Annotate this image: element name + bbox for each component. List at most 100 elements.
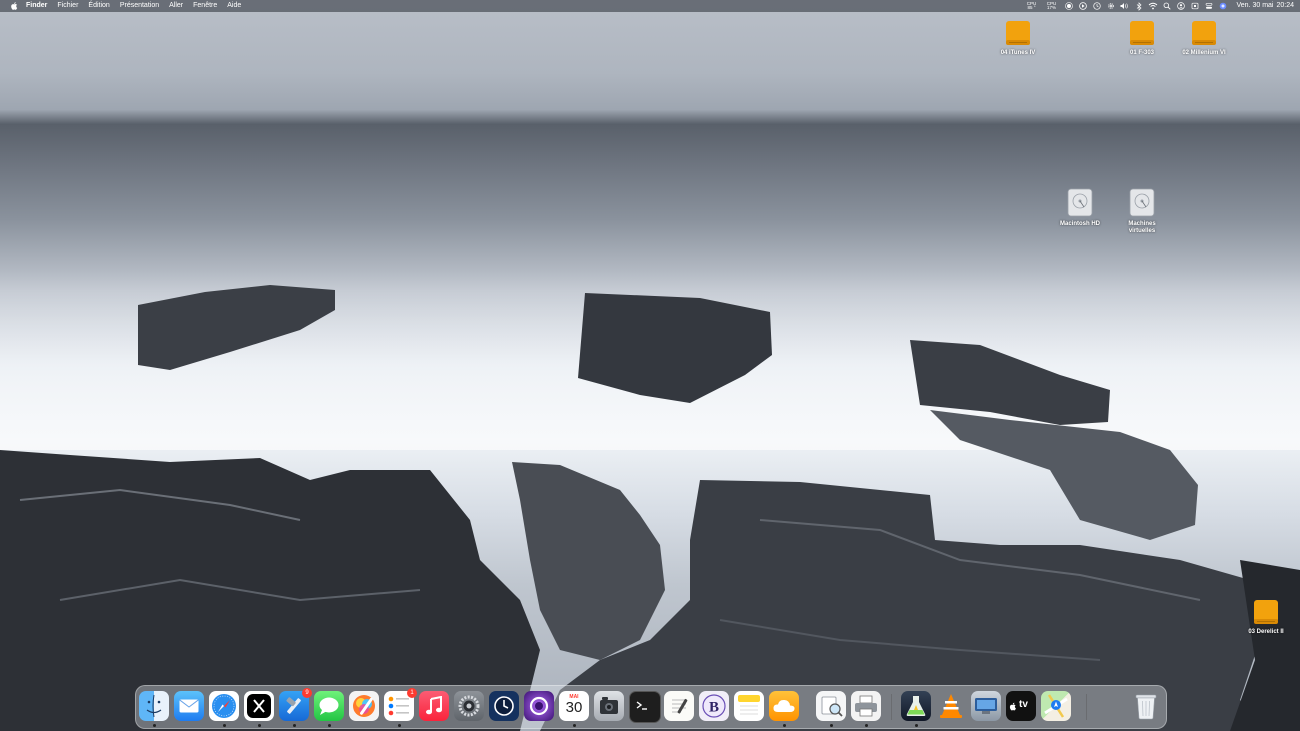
notes-icon: [738, 695, 760, 715]
migration-icon: [975, 698, 997, 714]
cloud-icon: [773, 699, 795, 712]
spotlight-search-icon[interactable]: [1160, 0, 1174, 12]
menu-fichier[interactable]: Fichier: [52, 0, 83, 12]
dock-app-reminders[interactable]: 1: [384, 688, 417, 721]
dock-app-screenshot[interactable]: [594, 691, 624, 721]
running-indicator: [223, 724, 226, 727]
finder-icon: [146, 694, 162, 718]
preview-icon: [821, 696, 843, 717]
bbedit-icon: B: [702, 694, 726, 718]
play-status-icon[interactable]: [1076, 0, 1090, 12]
printer-icon: [855, 695, 877, 717]
dock-app-mail[interactable]: [174, 691, 204, 721]
clock-time: 20:24: [1276, 2, 1294, 9]
running-indicator: [915, 724, 918, 727]
cpu-usage-widget[interactable]: CPU 17%: [1042, 1, 1062, 11]
menu-aide[interactable]: Aide: [222, 0, 246, 12]
dock-app-music[interactable]: [419, 691, 449, 721]
desktop-icon-label: Machines virtuelles: [1128, 221, 1156, 234]
running-indicator: [398, 724, 401, 727]
desktop-drive-03-derelict[interactable]: 03 Derelict II: [1231, 597, 1300, 636]
dock-app-bbedit[interactable]: B: [699, 691, 729, 721]
running-indicator: [258, 724, 261, 727]
time-machine-status-icon[interactable]: [1090, 0, 1104, 12]
x-icon: [247, 694, 271, 718]
desktop-icon-label: 02 Millenium VI: [1182, 50, 1226, 56]
running-indicator: [865, 724, 868, 727]
dock-app-calendar[interactable]: MAI 30: [559, 691, 589, 721]
dock-app-x[interactable]: [244, 691, 274, 721]
dock-app-printer[interactable]: [851, 691, 881, 721]
clock-date: Ven. 30 mai: [1236, 2, 1274, 9]
internal-drive-icon: [1129, 188, 1155, 217]
desktop-drive-machines-virtuelles[interactable]: Machines virtuelles: [1107, 187, 1177, 235]
dock-app-xcode[interactable]: 9: [279, 688, 312, 721]
desktop-drive-02-millenium[interactable]: 02 Millenium VI: [1169, 18, 1239, 57]
desktop-drive-04-itunes[interactable]: 04 iTunes IV: [983, 18, 1053, 57]
trash-icon: [1135, 694, 1157, 720]
window-status-icon[interactable]: [1188, 0, 1202, 12]
menubar-clock[interactable]: Ven. 30 mai 20:24: [1230, 0, 1295, 12]
dock-app-terminal[interactable]: [629, 691, 661, 723]
volume-icon[interactable]: [1118, 0, 1132, 12]
menu-bar: Finder Fichier Édition Présentation Alle…: [0, 0, 1300, 12]
dock-app-safari[interactable]: [209, 691, 239, 721]
hammer-icon: [286, 697, 301, 714]
dock: 9 1 MAI 30 B tv: [135, 685, 1167, 729]
apple-tv-label: tv: [1019, 699, 1028, 710]
cpu-temperature-widget[interactable]: CPU 85 °: [1022, 1, 1042, 11]
desktop-icon-label: Macintosh HD: [1059, 221, 1100, 227]
menu-presentation[interactable]: Présentation: [115, 0, 164, 12]
safari-icon: [212, 694, 236, 718]
desktop-drive-macintosh-hd[interactable]: Macintosh HD: [1045, 187, 1115, 228]
dock-app-time-machine[interactable]: [489, 691, 519, 721]
dock-app-vlc[interactable]: [936, 691, 966, 721]
maps-icon: [1044, 694, 1068, 718]
menu-app-name[interactable]: Finder: [21, 0, 52, 12]
music-icon: [426, 696, 442, 715]
dock-app-apple-tv[interactable]: tv: [1006, 691, 1036, 721]
screenshot-icon: [600, 697, 618, 714]
gear-status-icon[interactable]: [1104, 0, 1118, 12]
desktop-wallpaper: [0, 0, 1300, 731]
brightness-icon[interactable]: [1062, 0, 1076, 12]
dock-app-pixelmator[interactable]: [349, 691, 379, 721]
cpu-usage-value: 17%: [1046, 5, 1056, 10]
menu-fenetre[interactable]: Fenêtre: [188, 0, 222, 12]
running-indicator: [830, 724, 833, 727]
desktop-drive-01-f303[interactable]: 01 F-303: [1107, 18, 1177, 57]
dock-app-messages[interactable]: [314, 691, 344, 721]
dock-app-siri[interactable]: [524, 691, 554, 721]
siri-status-icon[interactable]: [1216, 0, 1230, 12]
time-machine-icon: [494, 696, 514, 716]
dock-app-console[interactable]: [901, 691, 931, 721]
running-indicator: [328, 724, 331, 727]
menu-aller[interactable]: Aller: [164, 0, 188, 12]
wifi-icon[interactable]: [1146, 0, 1160, 12]
dock-app-maps[interactable]: [1041, 691, 1071, 721]
reminders-icon: [388, 696, 409, 716]
dock-app-notes[interactable]: [734, 691, 764, 721]
control-center-icon[interactable]: [1202, 0, 1216, 12]
mail-icon: [179, 699, 199, 713]
dock-app-preview[interactable]: [816, 691, 846, 721]
dock-app-system-settings[interactable]: [454, 691, 484, 721]
dock-app-icloud[interactable]: [769, 691, 799, 721]
siri-icon: [529, 696, 549, 716]
apple-logo-icon[interactable]: [7, 0, 21, 12]
menu-edition[interactable]: Édition: [83, 0, 114, 12]
dock-app-finder[interactable]: [139, 691, 169, 721]
bluetooth-icon[interactable]: [1132, 0, 1146, 12]
notification-badge: 1: [407, 688, 417, 698]
dock-app-trash[interactable]: [1131, 691, 1161, 721]
dock-separator: [891, 694, 892, 720]
notification-badge: 9: [302, 688, 312, 698]
gear-icon: [458, 695, 480, 717]
flask-icon: [906, 696, 926, 716]
dock-app-textedit[interactable]: [664, 691, 694, 721]
user-icon[interactable]: [1174, 0, 1188, 12]
desktop-icon-label: 01 F-303: [1129, 50, 1154, 56]
terminal-icon: [636, 701, 647, 710]
dock-app-migration[interactable]: [971, 691, 1001, 721]
textedit-icon: [672, 698, 688, 714]
